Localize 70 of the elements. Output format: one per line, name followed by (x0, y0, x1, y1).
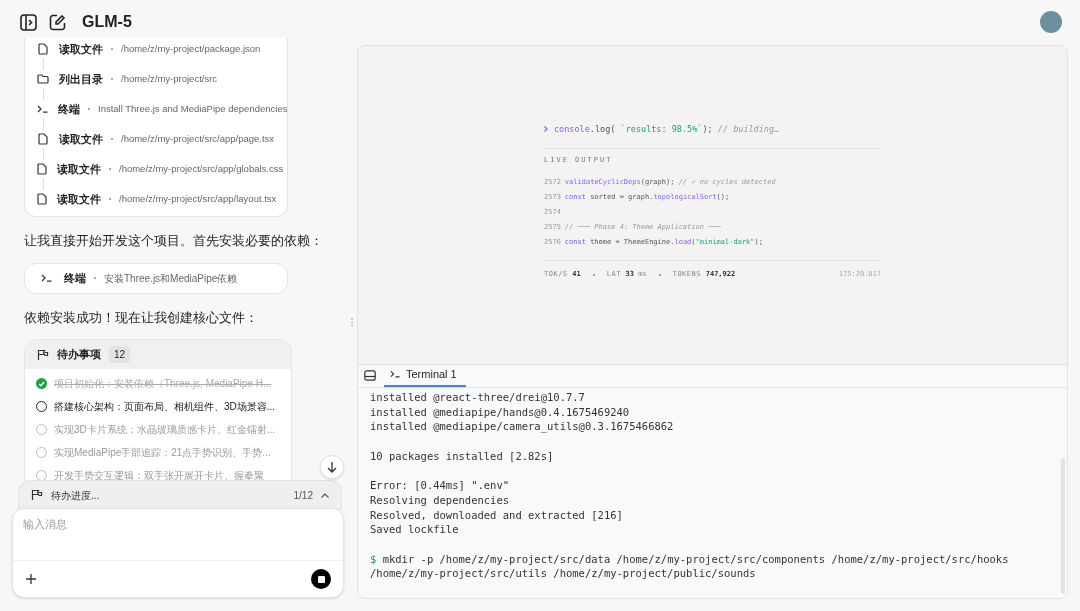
tool-label[interactable]: 终端 (58, 100, 80, 118)
terminal-icon (41, 274, 52, 282)
edit-icon[interactable] (49, 13, 66, 31)
tool-detail: /home/z/my-project/src/app/globals.css (119, 161, 284, 176)
separator-dot-icon (111, 138, 113, 140)
message-text: 依赖安装成功！现在让我创建核心文件： (24, 308, 259, 327)
output-line: installed @react-three/drei@10.7.7 (370, 390, 586, 405)
todo-text: 实现3D卡片系统：水晶玻璃质感卡片、红金镭射... (54, 423, 276, 437)
output-line: installed @mediapipe/camera_utils@0.3.1675466862 (370, 419, 675, 435)
arrow-down-icon (327, 461, 337, 473)
output-line: Error: [0.44ms] ".env" (370, 478, 511, 493)
file-icon (37, 163, 47, 175)
tool-label[interactable]: 读取文件 (59, 130, 103, 148)
flag-icon (31, 489, 43, 501)
resize-handle-icon[interactable] (351, 318, 353, 326)
flag-icon (37, 348, 49, 361)
file-icon (38, 133, 48, 145)
chevron-icon[interactable] (321, 492, 329, 498)
terminal-call-card[interactable]: 终端 安装Three.js和MediaPipe依赖 (24, 262, 288, 294)
separator-dot-icon (592, 273, 595, 276)
output-line: 10 packages installed [2.82s] (370, 448, 555, 464)
terminal-icon (37, 105, 48, 113)
tool-detail: 安装Three.js和MediaPipe依赖 (104, 271, 238, 286)
panel-icon[interactable] (364, 370, 376, 381)
terminal-icon (390, 370, 400, 378)
stop-button[interactable] (311, 569, 331, 589)
file-icon (37, 193, 47, 205)
output-line: Resolved, downloaded and extracted [216] (370, 507, 624, 523)
todo-text: 开发手势交互逻辑：双手张开展开卡片、握拳聚 (54, 469, 264, 483)
tool-label[interactable]: 读取文件 (57, 160, 101, 178)
output-line: installed @mediapipe/hands@0.4.1675469240 (370, 404, 631, 420)
tool-detail: /home/z/my-project/package.json (121, 41, 261, 56)
separator-dot-icon (94, 277, 96, 279)
progress-label: 待办进度... (51, 488, 100, 503)
separator-dot-icon (88, 108, 90, 110)
tool-label[interactable]: 读取文件 (59, 40, 103, 58)
separator-dot-icon (111, 78, 113, 80)
folder-icon (37, 74, 49, 84)
command-line: $ mkdir -p /home/z/my-project/src/data /home/z/my-project/src/components /home/z/my-project/src/hooks /home/z/my-project/src/utils /home/z/my-project/public/sounds (370, 551, 1010, 582)
todo-progress-header[interactable]: 待办进度... 1/12 (18, 480, 342, 510)
tool-detail: /home/z/my-project/src/app/page.tsx (121, 131, 275, 146)
separator-dot-icon (658, 273, 661, 276)
output-line: Resolving dependencies (370, 492, 511, 508)
separator-dot-icon (111, 48, 113, 50)
progress-count: 1/12 (293, 488, 313, 503)
todo-title: 待办事项 (57, 347, 101, 363)
tool-label: 终端 (64, 270, 86, 286)
app-title: GLM-5 (82, 12, 132, 32)
tool-detail: /home/z/my-project/src/app/layout.tsx (119, 191, 277, 206)
separator-dot-icon (109, 198, 111, 200)
tool-label[interactable]: 读取文件 (57, 190, 101, 208)
tool-detail: /home/z/my-project/src (121, 71, 218, 86)
avatar[interactable] (1040, 11, 1062, 33)
file-icon (38, 43, 48, 55)
separator-dot-icon (109, 168, 111, 170)
checked-circle-icon (36, 378, 47, 389)
message-input[interactable]: 输入消息 (23, 515, 333, 533)
todo-text: 项目初始化：安装依赖（Three.js, MediaPipe H... (54, 377, 272, 391)
add-icon[interactable] (25, 573, 37, 585)
tool-label[interactable]: 列出目录 (59, 70, 103, 88)
tool-detail: Install Three.js and MediaPipe dependencies (98, 101, 288, 116)
todo-text: 搭建核心架构：页面布局、相机组件、3D场景容... (54, 400, 276, 414)
scroll-down-button[interactable] (320, 455, 344, 479)
code-prompt-line: console.log( `results: 98.5%`); // building… (554, 123, 780, 136)
todo-text: 实现MediaPipe手部追踪：21点手势识别、手势... (54, 446, 271, 460)
sidebar-toggle-icon[interactable] (20, 13, 37, 31)
count-badge: 12 (109, 346, 131, 363)
output-line: Saved lockfile (370, 522, 460, 537)
chevron-right-icon (544, 126, 548, 133)
message-text: 让我直接开始开发这个项目。首先安装必要的依赖： (24, 232, 324, 250)
